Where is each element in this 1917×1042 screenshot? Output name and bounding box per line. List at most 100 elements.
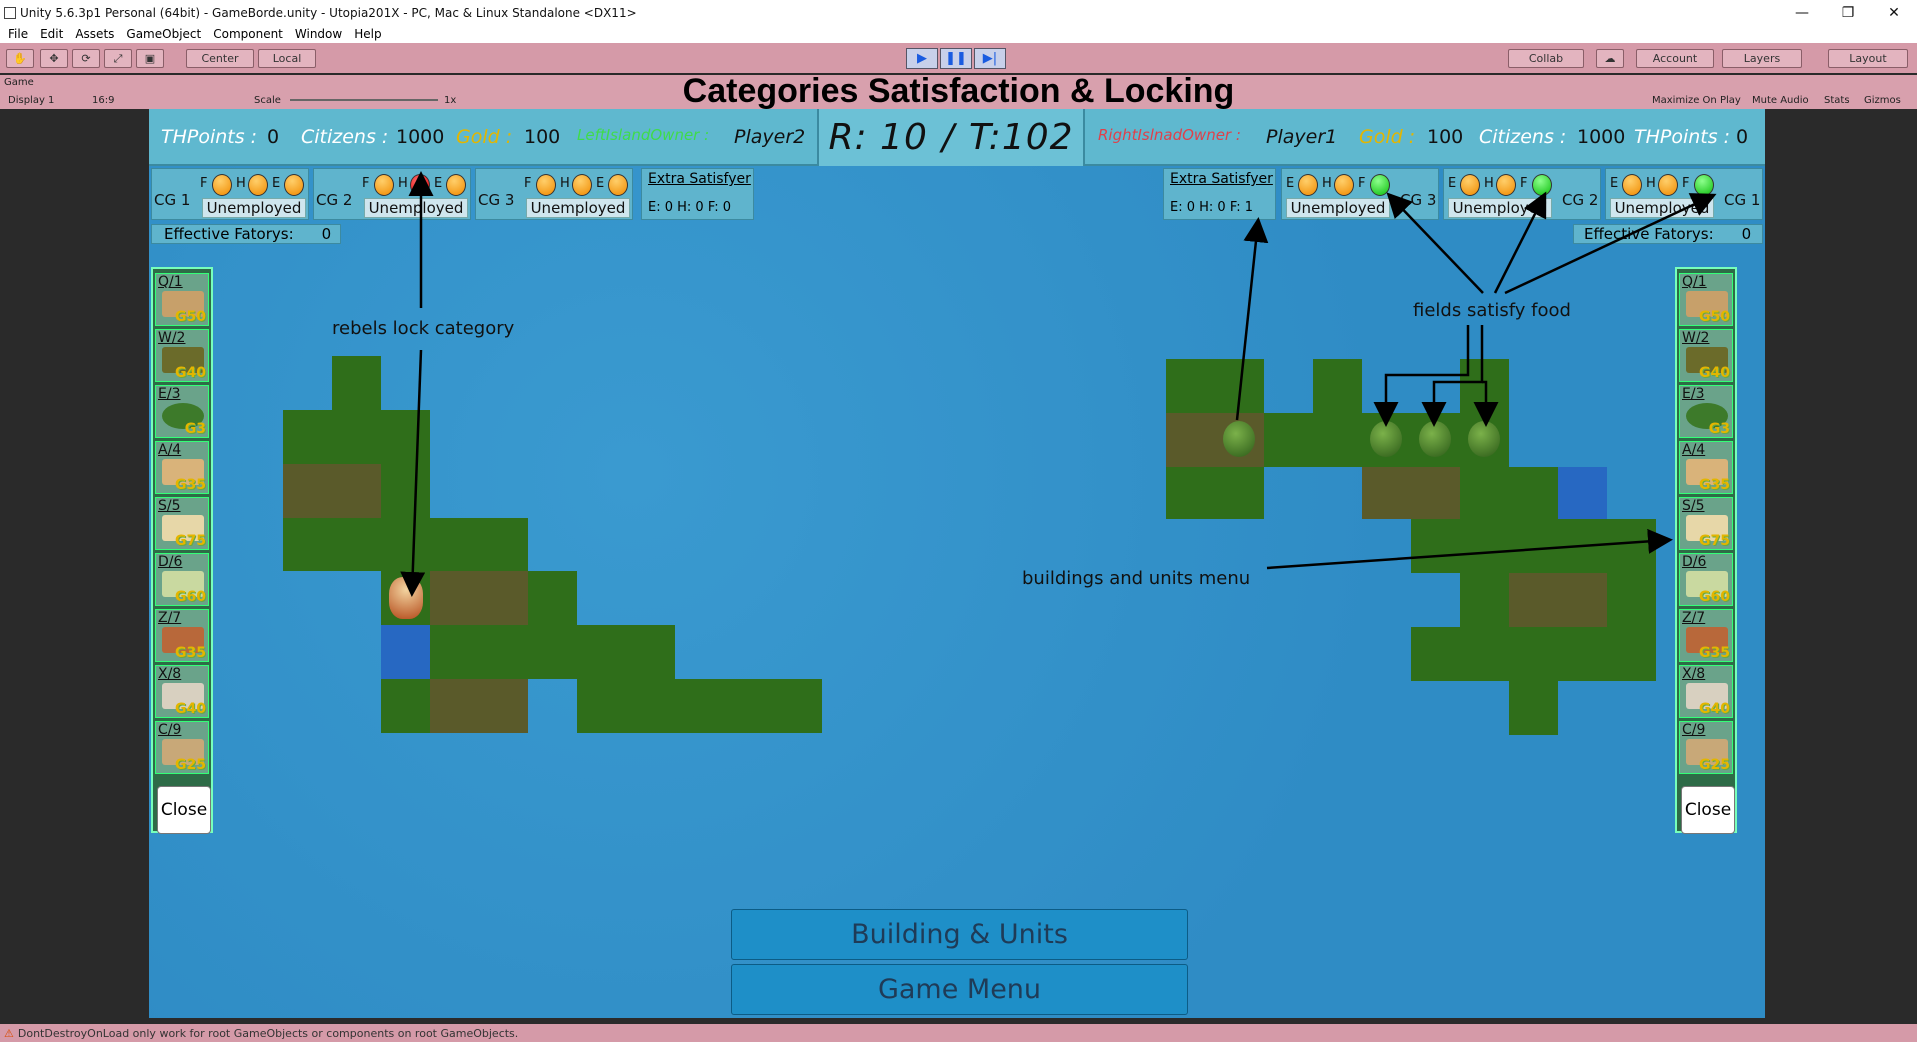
- build-item-c[interactable]: C/9 G25: [155, 721, 209, 774]
- field-tree-icon[interactable]: [1468, 421, 1500, 457]
- food-satisfied-green-icon: [1370, 174, 1390, 196]
- menu-edit[interactable]: Edit: [40, 27, 63, 41]
- build-item-q[interactable]: Q/1 G50: [1679, 273, 1733, 326]
- water-tile[interactable]: [1558, 467, 1607, 519]
- status-message: DontDestroyOnLoad only work for root Gam…: [17, 1026, 519, 1040]
- grass-tile[interactable]: [1607, 627, 1656, 681]
- farm-tile[interactable]: [430, 679, 528, 733]
- build-item-e[interactable]: E/3 G3: [155, 385, 209, 438]
- grass-tile[interactable]: [1509, 467, 1558, 519]
- build-item-q[interactable]: Q/1 G50: [155, 273, 209, 326]
- menu-window[interactable]: Window: [295, 27, 342, 41]
- housing-satisfaction-icon: [1334, 174, 1354, 196]
- rotate-tool-icon[interactable]: ⟳: [72, 49, 100, 68]
- left-menu-close-button[interactable]: Close: [157, 786, 211, 834]
- item-key: A/4: [1682, 442, 1706, 458]
- pivot-center-button[interactable]: Center: [186, 49, 254, 68]
- extra-satisfyer-label: Extra Satisfyer: [648, 171, 751, 187]
- turn-value: T:102: [969, 117, 1074, 158]
- menu-gameobject[interactable]: GameObject: [126, 27, 201, 41]
- left-thpoints-label: THPoints :: [161, 126, 258, 148]
- right-menu-close-button[interactable]: Close: [1681, 786, 1735, 834]
- field-tree-icon[interactable]: [1419, 421, 1451, 457]
- grass-tile[interactable]: [1460, 359, 1509, 413]
- cloud-icon[interactable]: ☁: [1596, 49, 1624, 68]
- collab-button[interactable]: Collab: [1508, 49, 1584, 68]
- grass-tile[interactable]: [1607, 573, 1656, 627]
- right-category-cg1: E H F CG 1 Unemployed: [1605, 168, 1763, 220]
- grass-tile[interactable]: [283, 410, 430, 464]
- close-window-button[interactable]: ✕: [1872, 0, 1916, 25]
- rect-tool-icon[interactable]: ▣: [136, 49, 164, 68]
- menu-help[interactable]: Help: [354, 27, 381, 41]
- scale-tool-icon[interactable]: ⤢: [104, 49, 132, 68]
- grass-tile[interactable]: [528, 571, 577, 625]
- menu-assets[interactable]: Assets: [75, 27, 114, 41]
- housing-satisfaction-icon: [572, 174, 592, 196]
- grass-tile[interactable]: [283, 518, 528, 571]
- farm-tile[interactable]: [1362, 467, 1460, 519]
- build-item-x[interactable]: X/8 G40: [155, 665, 209, 718]
- grass-tile[interactable]: [1166, 467, 1264, 519]
- build-item-z[interactable]: Z/7 G35: [155, 609, 209, 662]
- rebel-unit-icon[interactable]: [389, 577, 423, 619]
- game-menu-button[interactable]: Game Menu: [731, 964, 1188, 1015]
- layers-dropdown[interactable]: Layers: [1722, 49, 1802, 68]
- grass-tile[interactable]: [1460, 467, 1509, 519]
- step-icon[interactable]: ▶|: [974, 48, 1006, 69]
- item-key: Q/1: [1682, 274, 1707, 290]
- build-item-w[interactable]: W/2 G40: [155, 329, 209, 382]
- grass-tile[interactable]: [1411, 519, 1656, 573]
- grass-tile[interactable]: [1411, 627, 1607, 681]
- menu-file[interactable]: File: [8, 27, 28, 41]
- console-status-bar[interactable]: ⚠ DontDestroyOnLoad only work for root G…: [0, 1024, 1917, 1042]
- move-tool-icon[interactable]: ✥: [40, 49, 68, 68]
- build-item-a[interactable]: A/4 G35: [155, 441, 209, 494]
- right-gold-label: Gold :: [1359, 126, 1416, 148]
- pivot-local-button[interactable]: Local: [258, 49, 316, 68]
- build-item-x[interactable]: X/8 G40: [1679, 665, 1733, 718]
- build-item-d[interactable]: D/6 G60: [155, 553, 209, 606]
- building-units-button[interactable]: Building & Units: [731, 909, 1188, 960]
- farm-tile[interactable]: [283, 464, 381, 518]
- layout-dropdown[interactable]: Layout: [1828, 49, 1908, 68]
- build-item-z[interactable]: Z/7 G35: [1679, 609, 1733, 662]
- item-cost: G35: [175, 645, 206, 661]
- build-item-w[interactable]: W/2 G40: [1679, 329, 1733, 382]
- item-cost: G40: [1699, 701, 1730, 717]
- round-turn-separator: /: [941, 117, 955, 158]
- grass-tile[interactable]: [1509, 681, 1558, 735]
- build-item-d[interactable]: D/6 G60: [1679, 553, 1733, 606]
- left-owner-label: LeftIslandOwner :: [577, 126, 710, 144]
- e-letter: E: [1448, 176, 1457, 191]
- pause-icon[interactable]: ❚❚: [940, 48, 972, 69]
- play-icon[interactable]: ▶: [906, 48, 938, 69]
- water-tile[interactable]: [381, 625, 430, 679]
- field-tree-icon[interactable]: [1370, 421, 1402, 457]
- build-item-s[interactable]: S/5 G75: [155, 497, 209, 550]
- build-item-s[interactable]: S/5 G75: [1679, 497, 1733, 550]
- build-item-e[interactable]: E/3 G3: [1679, 385, 1733, 438]
- farm-tile[interactable]: [1509, 573, 1607, 627]
- maximize-button[interactable]: ❐: [1826, 0, 1870, 25]
- grass-tile[interactable]: [577, 679, 822, 733]
- field-tree-icon[interactable]: [1223, 421, 1255, 457]
- grass-tile[interactable]: [332, 356, 381, 410]
- build-item-a[interactable]: A/4 G35: [1679, 441, 1733, 494]
- grass-tile[interactable]: [381, 679, 430, 733]
- e-letter: E: [434, 176, 443, 191]
- annotation-fields: fields satisfy food: [1413, 300, 1571, 321]
- build-item-c[interactable]: C/9 G25: [1679, 721, 1733, 774]
- unity-logo-icon: [4, 6, 16, 19]
- farm-tile[interactable]: [430, 571, 528, 625]
- minimize-button[interactable]: —: [1780, 0, 1824, 25]
- grass-tile[interactable]: [1313, 359, 1362, 413]
- grass-tile[interactable]: [430, 625, 675, 679]
- grass-tile[interactable]: [1166, 359, 1264, 413]
- menu-component[interactable]: Component: [213, 27, 283, 41]
- grass-tile[interactable]: [381, 464, 430, 518]
- account-dropdown[interactable]: Account: [1636, 49, 1714, 68]
- hand-tool-icon[interactable]: ✋: [6, 49, 34, 68]
- grass-tile[interactable]: [1460, 573, 1509, 627]
- item-cost: G35: [175, 477, 206, 493]
